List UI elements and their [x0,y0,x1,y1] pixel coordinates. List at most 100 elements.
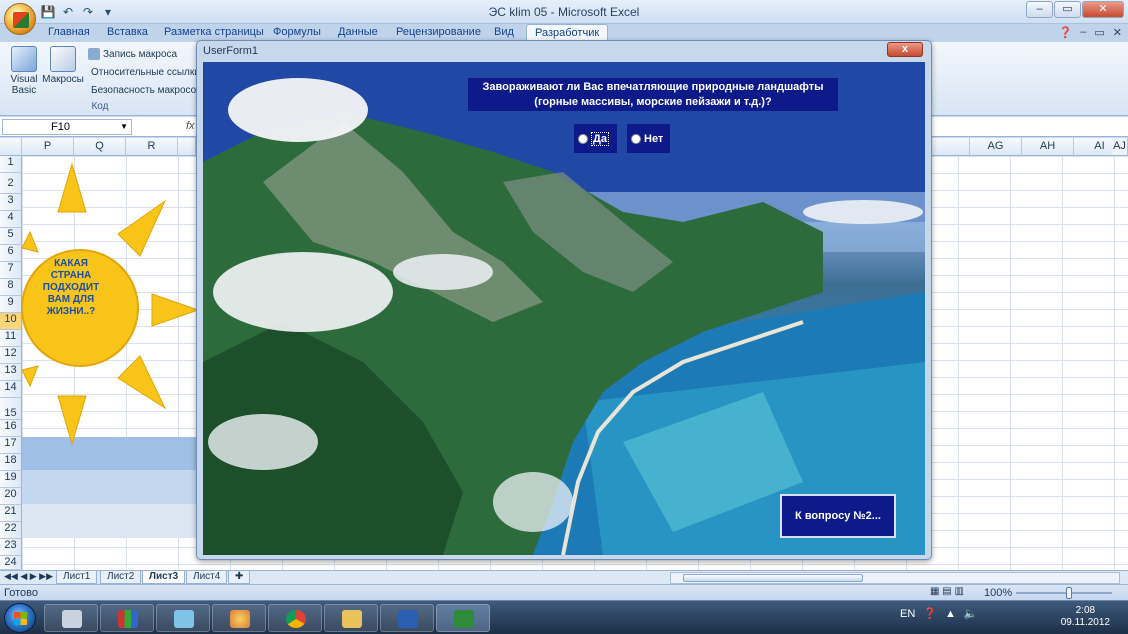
macros-label: Макросы [42,74,84,85]
macros-button[interactable]: Макросы [42,46,84,85]
zoom-knob[interactable] [1066,587,1072,599]
option-no[interactable]: Нет [627,124,670,153]
sun-ray [57,395,87,446]
radio-no-icon[interactable] [631,133,641,144]
option-yes[interactable]: Да [574,124,617,153]
zoom-slider[interactable] [1016,587,1112,599]
start-button[interactable] [4,603,36,633]
chrome-icon [286,610,306,628]
network-icon[interactable]: ▲ [945,608,956,620]
sun-ray [117,355,167,410]
zoom-level[interactable]: 100% [984,587,1012,599]
sun-ray [57,162,87,213]
question-line-2: (горные массивы, морские пейзажи и т.д.)… [534,96,772,108]
task-calculator[interactable] [44,604,98,632]
column-header[interactable]: AH [1022,138,1074,156]
task-paint[interactable] [212,604,266,632]
band-mid [22,470,198,504]
row-header[interactable]: 20 [0,488,22,505]
system-tray: EN ❓ ▲ 🔈 [900,607,978,621]
view-mode-icons[interactable]: ▦ ▤ ▥ [930,586,964,597]
cloud [208,414,318,470]
close-button[interactable]: ✕ [1082,1,1124,18]
language-indicator[interactable]: EN [900,608,915,620]
option-yes-label: Да [591,131,609,146]
column-header[interactable]: AJ [1112,138,1128,156]
cloud [228,78,368,142]
question-line-1: Завораживают ли Вас впечатляющие природн… [482,81,824,93]
row-header[interactable]: 23 [0,539,22,556]
row-header[interactable]: 19 [0,471,22,488]
tab-insert[interactable]: Вставка [107,26,148,38]
tab-formulas[interactable]: Формулы [273,26,321,38]
task-chrome[interactable] [268,604,322,632]
macro-security-label: Безопасность макросов [91,84,196,96]
ribbon-restore-icon[interactable]: ▭ [1094,26,1104,39]
row-header[interactable]: 18 [0,454,22,471]
archive-icon [118,610,138,628]
cloud [803,200,923,224]
next-question-button[interactable]: К вопросу №2... [780,494,896,538]
task-word[interactable] [380,604,434,632]
task-app[interactable] [156,604,210,632]
column-header[interactable]: AG [970,138,1022,156]
insert-sheet-icon[interactable]: ✚ [228,571,251,584]
userform-title: UserForm1 [203,45,259,57]
help-icon[interactable]: ❓ [1059,26,1073,39]
sheet-tab[interactable]: Лист1 [56,571,98,584]
userform-close-button[interactable]: x [887,42,923,57]
select-all-corner[interactable] [0,138,22,156]
column-header[interactable]: R [126,138,178,156]
row-header[interactable]: 21 [0,505,22,522]
task-excel[interactable] [436,604,490,632]
sheet-tab[interactable]: Лист4 [186,571,228,584]
clock[interactable]: 2:08 09.11.2012 [1061,605,1110,629]
help-tray-icon[interactable]: ❓ [923,607,937,620]
sheet-tab-active[interactable]: Лист3 [142,571,186,584]
group-label-code: Код [91,101,109,112]
column-header[interactable]: Q [74,138,126,156]
task-explorer[interactable] [324,604,378,632]
task-winrar[interactable] [100,604,154,632]
sun-ray-partial [21,230,39,253]
sun-text: КАКАЯ СТРАНА ПОДХОДИТ ВАМ ДЛЯ ЖИЗНИ..? [42,258,100,317]
office-button[interactable] [4,3,36,35]
name-box[interactable]: F10 ▼ [2,119,132,135]
tab-review[interactable]: Рецензирование [396,26,481,38]
word-icon [398,610,418,628]
column-header[interactable]: P [22,138,74,156]
ribbon-close-icon[interactable]: ✕ [1113,26,1122,39]
taskbar: EN ❓ ▲ 🔈 2:08 09.11.2012 [0,600,1128,634]
scroll-thumb[interactable] [683,574,863,582]
sun-ray-partial [21,365,39,388]
restore-button[interactable]: ▭ [1054,1,1081,18]
row-header[interactable]: 24 [0,556,22,570]
column-header-partial[interactable] [178,138,196,156]
sun-ray [151,293,200,327]
visual-basic-button[interactable]: Visual Basic [6,46,42,96]
record-macro-button[interactable]: Запись макроса [88,48,177,60]
column-header-partial[interactable] [930,138,970,156]
sheet-nav-icons[interactable]: ◀◀ ◀ ▶ ▶▶ [4,571,53,582]
horizontal-scrollbar[interactable] [670,572,1120,584]
relative-refs-label: Относительные ссылки [91,66,196,78]
tab-view[interactable]: Вид [494,26,514,38]
visual-basic-label: Visual Basic [10,74,38,96]
volume-icon[interactable]: 🔈 [964,607,978,620]
relative-refs-button[interactable]: Относительные ссылки [88,66,196,78]
chevron-down-icon[interactable]: ▼ [120,120,128,134]
ribbon-minimize-icon[interactable]: – [1080,26,1086,39]
userform-dialog: UserForm1 x Завораживают ли Вас впечатля… [196,40,932,560]
tab-home[interactable]: Главная [48,26,90,38]
record-macro-icon [88,48,100,60]
sheet-tab[interactable]: Лист2 [100,571,142,584]
calculator-icon [62,610,82,628]
tab-data[interactable]: Данные [338,26,378,38]
fx-label[interactable]: fx [186,120,195,132]
tab-page-layout[interactable]: Разметка страницы [164,26,264,38]
macro-security-button[interactable]: Безопасность макросов [88,84,196,96]
minimize-button[interactable]: – [1026,1,1053,18]
radio-yes-icon[interactable] [578,133,588,144]
row-header[interactable]: 22 [0,522,22,539]
window-controls: – ▭ ✕ [1026,1,1124,18]
